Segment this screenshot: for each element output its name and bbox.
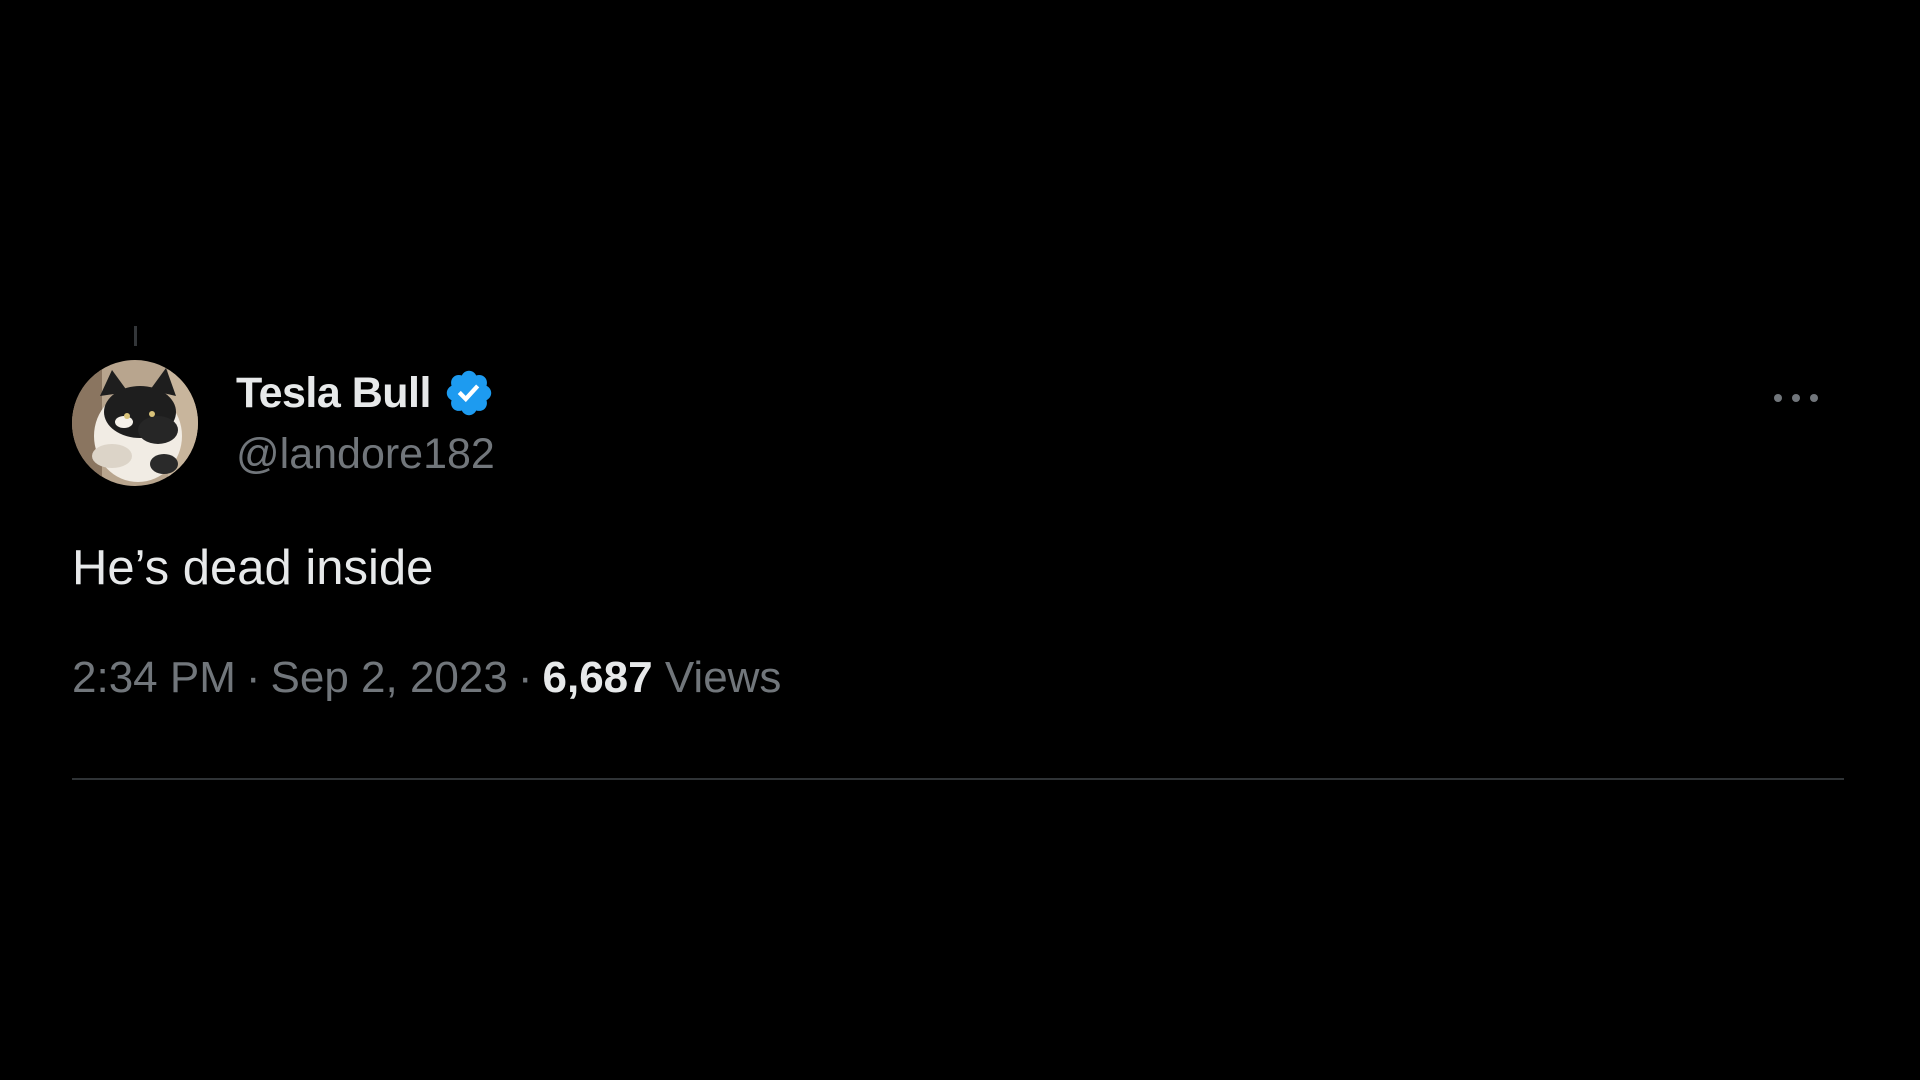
tweet-date[interactable]: Sep 2, 2023 — [271, 653, 508, 702]
author-handle[interactable]: @landore182 — [236, 430, 495, 479]
tweet-card: Tesla Bull @landore182 He’s dead inside … — [72, 360, 1844, 706]
meta-separator: · — [245, 653, 261, 702]
verified-badge-icon[interactable] — [443, 367, 495, 419]
tweet-time[interactable]: 2:34 PM — [72, 653, 236, 702]
author-avatar[interactable] — [72, 360, 198, 486]
views-label[interactable]: Views — [665, 653, 782, 702]
views-count[interactable]: 6,687 — [543, 653, 653, 702]
more-options-button[interactable] — [1768, 378, 1824, 418]
tweet-metadata: 2:34 PM · Sep 2, 2023 · 6,687 Views — [72, 650, 1844, 706]
tweet-text: He’s dead inside — [72, 541, 434, 595]
meta-separator: · — [517, 653, 533, 702]
cat-avatar-image — [72, 360, 198, 486]
author-name-row: Tesla Bull — [236, 368, 495, 418]
author-display-name[interactable]: Tesla Bull — [236, 369, 431, 418]
tweet-page: Tesla Bull @landore182 He’s dead inside … — [0, 0, 1920, 1080]
author-identity: Tesla Bull @landore182 — [236, 360, 495, 479]
tweet-header: Tesla Bull @landore182 — [72, 360, 1844, 488]
thread-connector-line — [134, 326, 137, 346]
divider — [72, 778, 1844, 780]
more-options-icon — [1774, 394, 1818, 402]
